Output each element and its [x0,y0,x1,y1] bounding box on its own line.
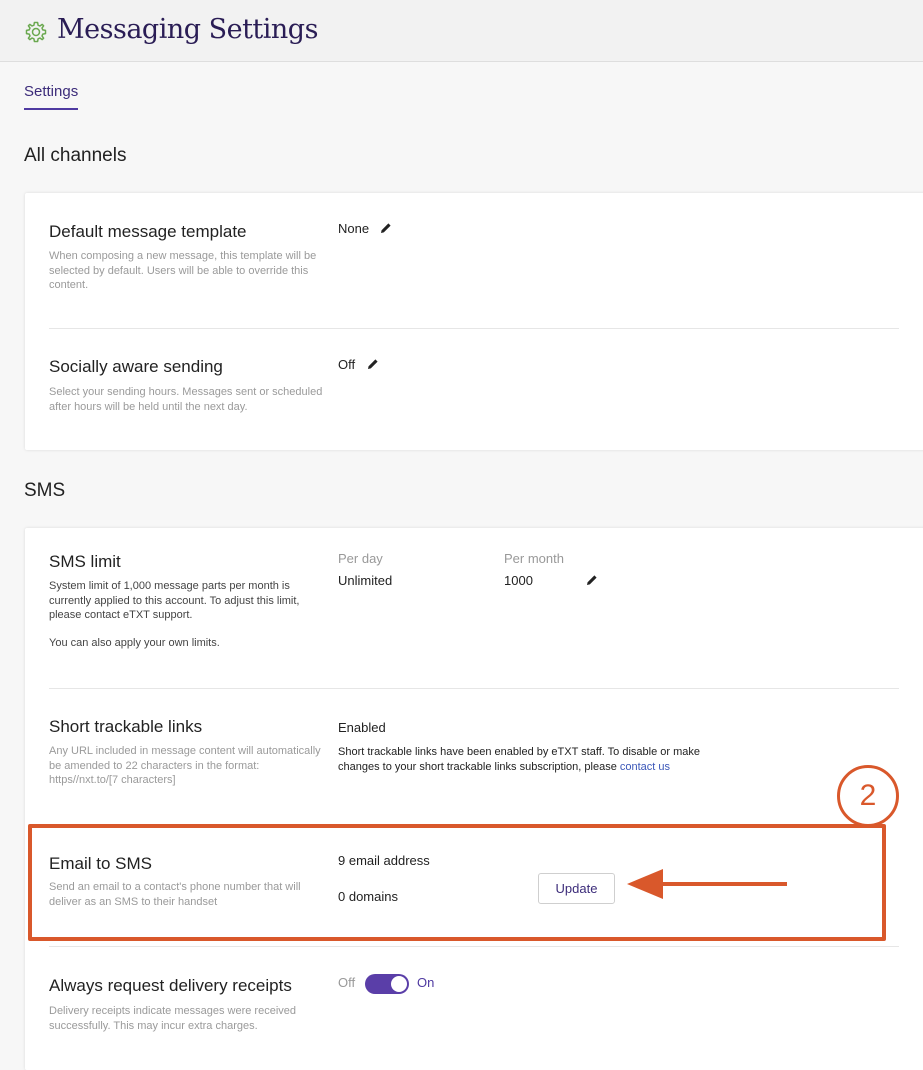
row-description-secondary: You can also apply your own limits. [49,637,220,649]
row-title: Email to SMS [49,854,152,873]
pencil-icon[interactable] [380,222,392,234]
tab-bar: Settings [0,62,923,114]
per-day-label: Per day [338,551,383,566]
socially-aware-value: Off [338,357,356,372]
default-template-row: Default message template When composing … [25,193,923,328]
row-title: SMS limit [49,552,121,571]
sms-limit-row: SMS limit System limit of 1,000 message … [25,528,923,688]
default-template-value: None [338,221,370,236]
per-month-label: Per month [504,551,564,566]
annotation-callout: 2 [837,765,899,827]
row-description: System limit of 1,000 message parts per … [49,580,300,621]
row-title: Short trackable links [49,717,203,736]
short-links-row: Short trackable links Any URL included i… [25,689,923,824]
domain-count: 0 domains [338,889,398,904]
email-address-count: 9 email address [338,853,430,868]
all-channels-card: Default message template When composing … [25,193,923,450]
pencil-icon[interactable] [367,358,379,370]
toggle-off-label: Off [338,975,356,990]
contact-us-link[interactable]: contact us [620,761,670,773]
delivery-receipts-row: Always request delivery receipts Deliver… [25,947,923,1070]
sms-card: SMS limit System limit of 1,000 message … [25,528,923,1070]
row-description: Select your sending hours. Messages sent… [49,386,323,413]
pencil-icon[interactable] [586,574,598,586]
annotation-arrow-icon [627,869,787,899]
per-day-value: Unlimited [338,573,393,588]
delivery-receipts-toggle[interactable] [365,974,409,994]
short-links-note: Short trackable links have been enabled … [338,745,738,774]
update-button[interactable]: Update [538,873,615,904]
row-description: Delivery receipts indicate messages were… [49,1005,296,1032]
toggle-knob [391,976,407,992]
toggle-on-label: On [417,975,435,990]
row-description: When composing a new message, this templ… [49,250,317,291]
row-description: Send an email to a contact's phone numbe… [49,881,301,908]
gear-icon [25,21,47,43]
page-title: Messaging Settings [57,14,318,45]
row-title: Socially aware sending [49,357,223,376]
row-title: Always request delivery receipts [49,976,292,995]
section-title-all-channels: All channels [24,145,127,166]
row-title: Default message template [49,222,247,241]
row-description: Any URL included in message content will… [49,745,321,786]
tab-settings[interactable]: Settings [24,83,79,110]
page-header: Messaging Settings [0,0,923,62]
per-month-value: 1000 [504,573,533,588]
section-title-sms: SMS [24,480,66,501]
short-links-status: Enabled [338,720,386,735]
socially-aware-row: Socially aware sending Select your sendi… [25,329,923,449]
